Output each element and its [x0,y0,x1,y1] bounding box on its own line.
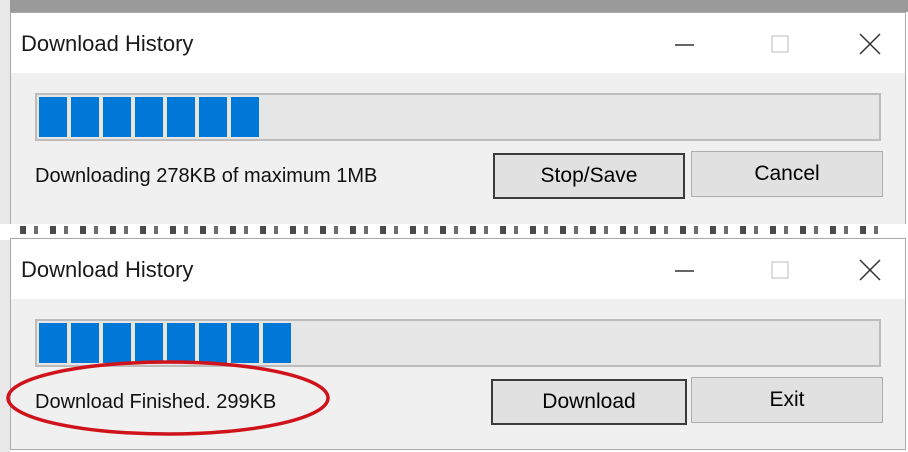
maximize-icon[interactable] [757,21,803,67]
progress-segment [167,323,195,363]
window-title: Download History [21,31,194,56]
download-status-text: Download Finished. 299KB [35,391,277,413]
download-history-window-finished: Download History Download Finished. 299K… [10,238,906,450]
progress-segment [103,97,131,137]
title-bar: Download History [11,239,905,299]
progress-segment [263,323,291,363]
progress-fill [39,97,263,137]
minimize-icon[interactable] [661,247,707,293]
progress-segment [199,97,227,137]
window-title: Download History [21,257,194,282]
download-progress-bar [35,319,881,367]
minimize-icon[interactable] [661,21,707,67]
progress-segment [39,323,67,363]
progress-segment [135,323,163,363]
stop-save-button[interactable]: Stop/Save [493,153,685,199]
download-status-text: Downloading 278KB of maximum 1MB [35,165,378,187]
exit-button[interactable]: Exit [691,377,883,423]
progress-segment [103,323,131,363]
download-history-window-in-progress: Download History Downloading 278KB of ma… [10,12,906,226]
progress-segment [71,97,99,137]
download-button[interactable]: Download [491,379,687,425]
close-icon[interactable] [847,247,893,293]
background-strip [0,0,908,12]
progress-fill [39,323,295,363]
progress-segment [135,97,163,137]
progress-segment [71,323,99,363]
progress-segment [199,323,227,363]
progress-segment [39,97,67,137]
title-bar: Download History [11,13,905,73]
close-icon[interactable] [847,21,893,67]
cancel-button[interactable]: Cancel [691,151,883,197]
progress-segment [231,97,259,137]
download-progress-bar [35,93,881,141]
maximize-icon[interactable] [757,247,803,293]
progress-segment [167,97,195,137]
progress-segment [231,323,259,363]
